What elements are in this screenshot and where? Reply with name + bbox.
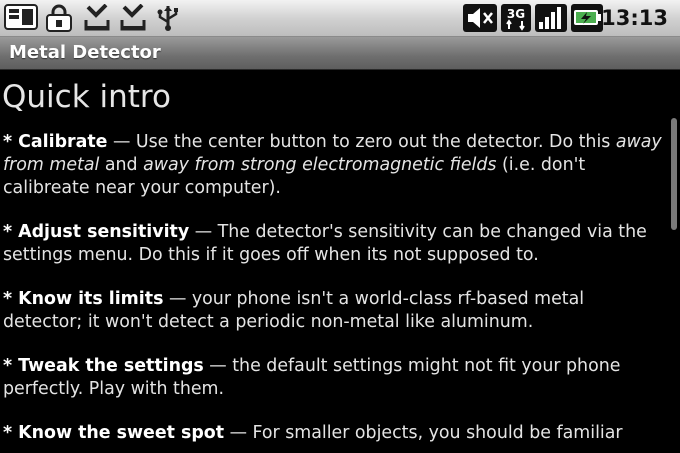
tip-separator: — <box>107 132 136 152</box>
signal-icon <box>535 4 567 32</box>
status-clock: 13:13 <box>601 6 668 30</box>
tip-text: Use the center button to zero out the de… <box>135 132 616 152</box>
tip-know-limits: * Know its limits — your phone isn't a w… <box>3 288 668 334</box>
status-bar: 3G 13:13 <box>0 0 680 37</box>
download-done-icon <box>118 4 148 32</box>
tip-emphasis: away from strong electromagnetic fields <box>143 155 497 175</box>
tip-title: * Calibrate <box>3 132 108 152</box>
tip-sweet-spot: * Know the sweet spot — For smaller obje… <box>3 422 668 445</box>
tip-adjust-sensitivity: * Adjust sensitivity — The detector's se… <box>3 221 668 267</box>
3g-icon: 3G <box>501 4 531 32</box>
sd-card-icon <box>4 4 38 30</box>
tip-title: * Adjust sensitivity <box>3 222 190 242</box>
tip-text: and <box>99 155 144 175</box>
tip-separator: — <box>224 423 253 443</box>
tip-title: * Know the sweet spot <box>3 423 225 443</box>
lock-icon <box>44 4 74 32</box>
tip-title: * Tweak the settings <box>3 356 204 376</box>
app-title-bar: Metal Detector <box>0 37 680 70</box>
usb-icon <box>154 4 182 32</box>
tip-separator: — <box>189 222 218 242</box>
tip-text: For smaller objects, you should be famil… <box>252 423 623 443</box>
tip-title: * Know its limits <box>3 289 164 309</box>
tip-separator: — <box>203 356 233 376</box>
intro-content[interactable]: Quick intro * Calibrate — Use the center… <box>0 70 668 453</box>
tip-calibrate: * Calibrate — Use the center button to z… <box>3 131 668 200</box>
download-done-icon <box>82 4 112 32</box>
mute-icon <box>463 4 497 32</box>
battery-charging-icon <box>571 4 603 32</box>
network-type-label: 3G <box>507 7 525 21</box>
app-title: Metal Detector <box>9 42 161 63</box>
page-title: Quick intro <box>2 79 171 115</box>
tip-separator: — <box>163 289 192 309</box>
tip-tweak-settings: * Tweak the settings — the default setti… <box>3 355 668 401</box>
scrollbar[interactable] <box>671 118 677 230</box>
